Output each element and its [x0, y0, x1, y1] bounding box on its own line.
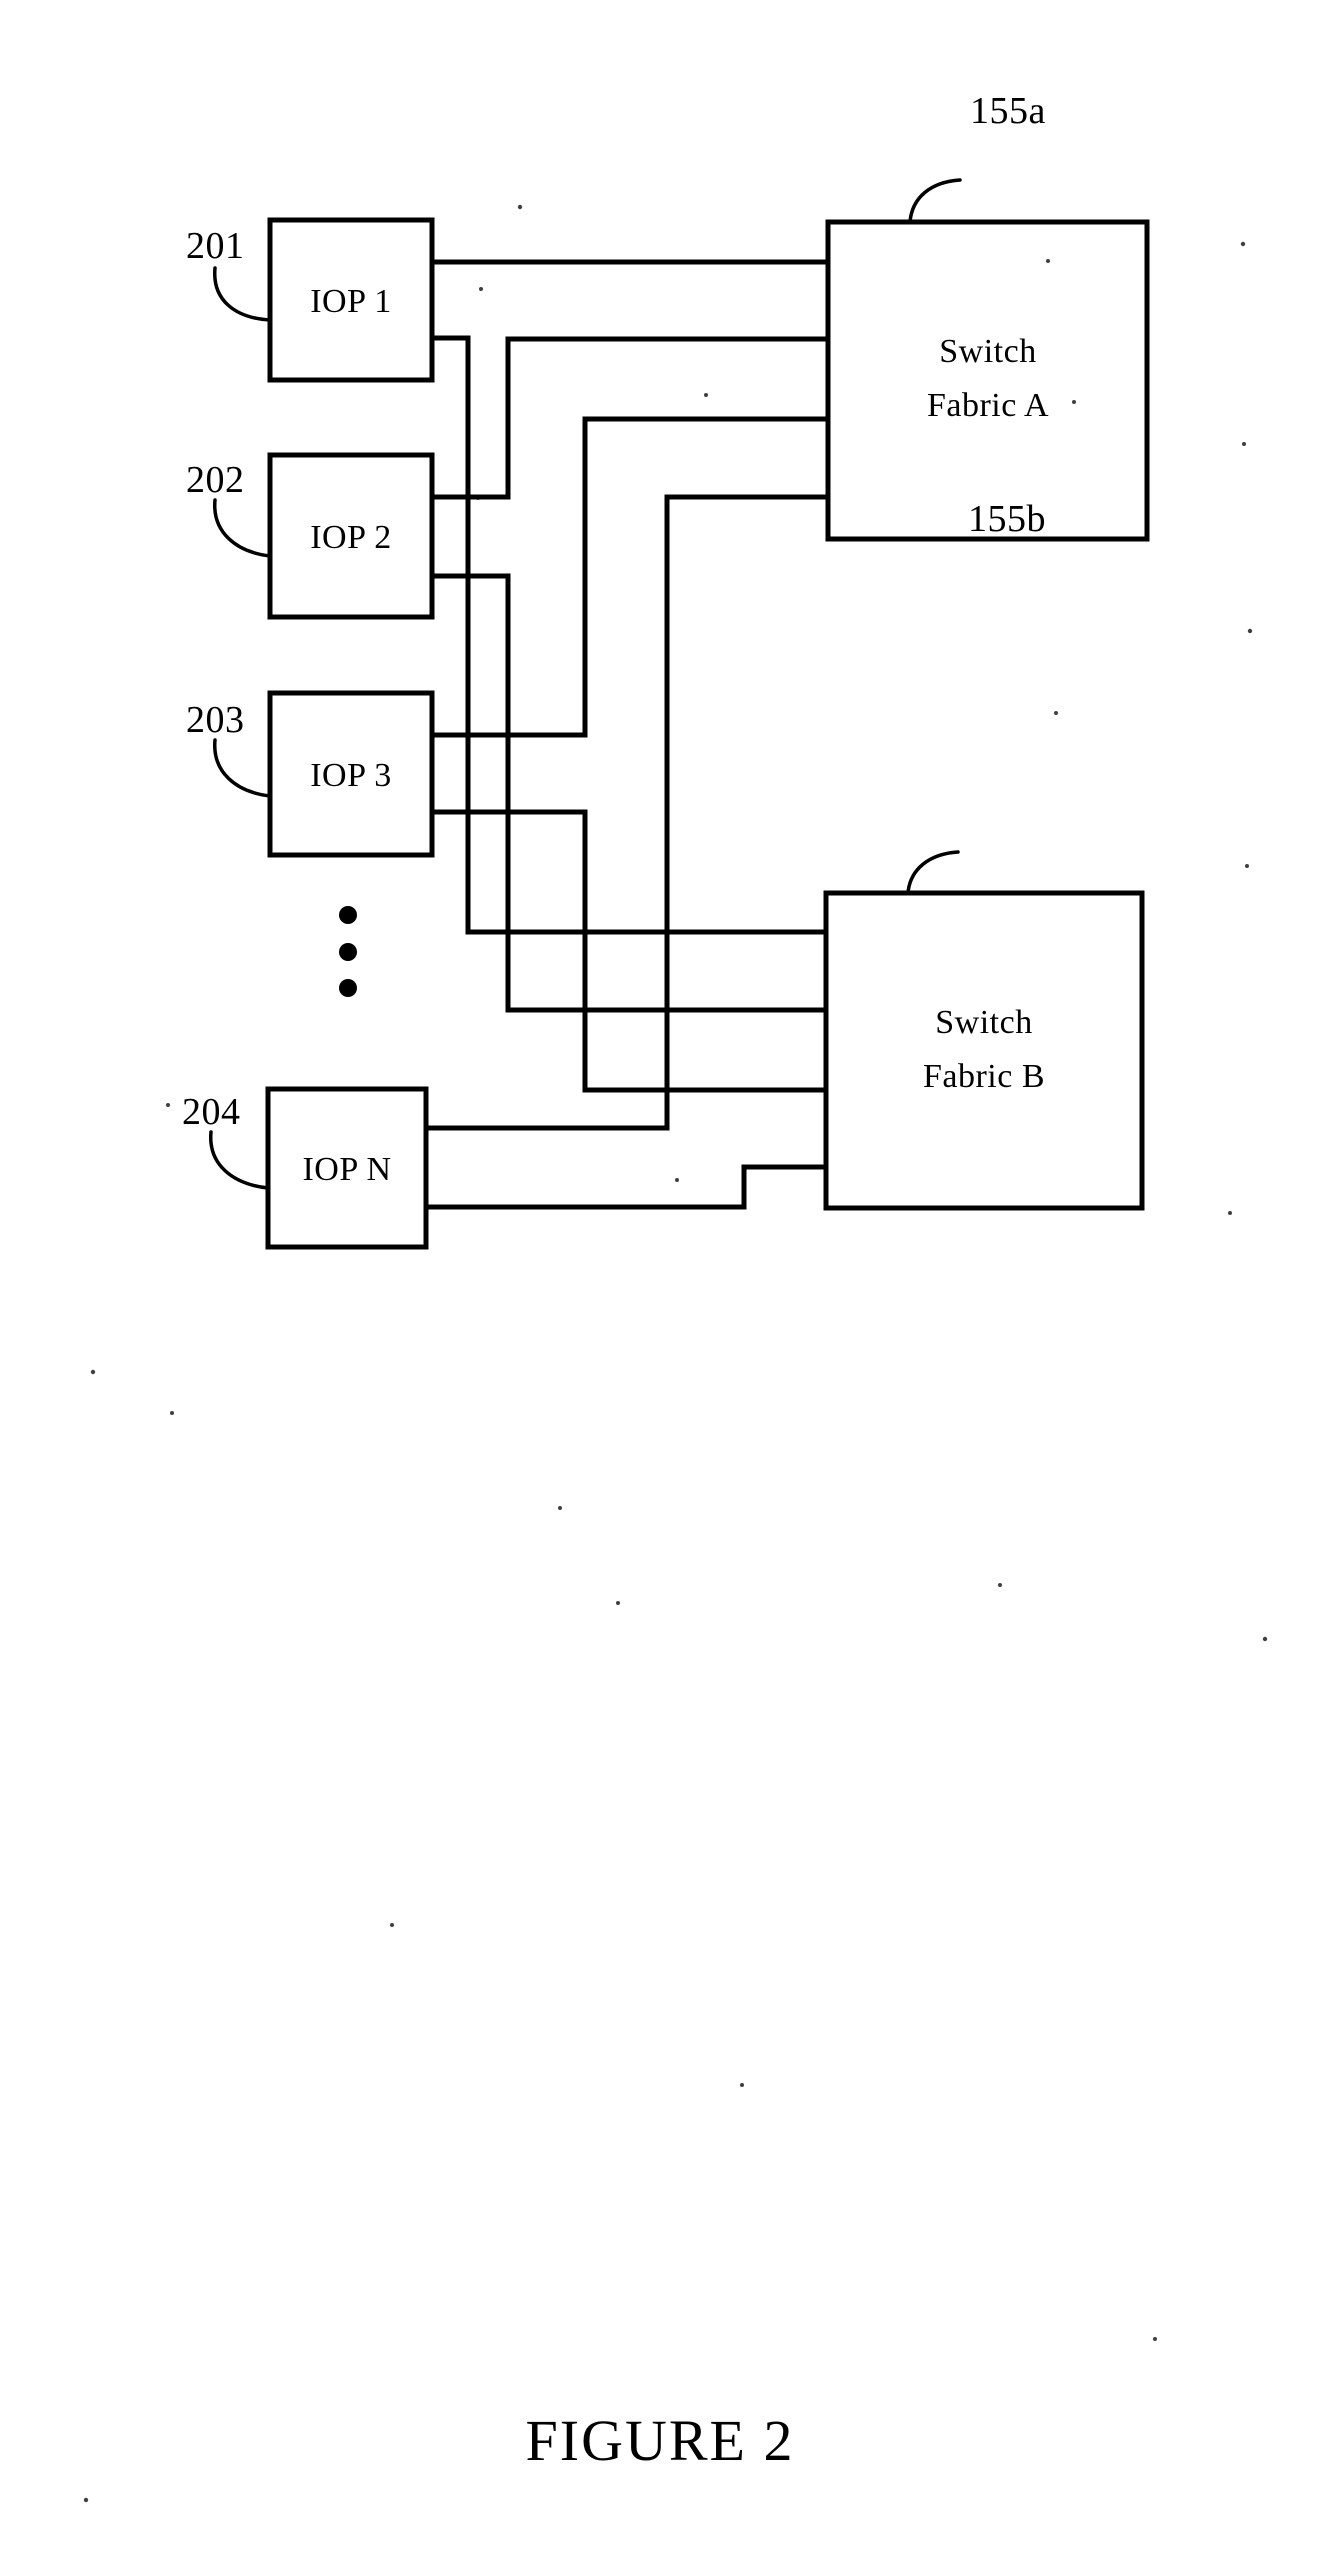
block-iopn-label: IOP N [302, 1151, 391, 1188]
ref-numeral-155a: 155a [970, 90, 1046, 132]
vertical-ellipsis-icon [339, 906, 357, 997]
wire-iop3-to-fabric-b [432, 809, 826, 1093]
wire-iop2-to-fabric-b [432, 573, 826, 1013]
block-switch-fabric-a-label-line1: Switch [939, 333, 1036, 370]
diagram-canvas: IOP 1 IOP 2 IOP 3 IOP N Switch Fabric A … [83, 90, 1268, 2503]
ref-numeral-202: 202 [186, 459, 245, 501]
leader-line-202 [213, 498, 272, 558]
ref-numeral-155b: 155b [968, 498, 1046, 540]
leader-line-204 [209, 1130, 270, 1190]
ref-numeral-203: 203 [186, 699, 245, 741]
patent-figure-2: IOP 1 IOP 2 IOP 3 IOP N Switch Fabric A … [0, 0, 1321, 2572]
figure-caption: FIGURE 2 [526, 2408, 795, 2473]
block-switch-fabric-a-label-line2: Fabric A [927, 387, 1049, 424]
wire-iop1-to-fabric-b [432, 335, 826, 935]
block-switch-fabric-a [825, 219, 1150, 542]
scan-artifacts [83, 204, 1268, 2503]
wire-iopn-to-fabric-b [426, 1164, 826, 1210]
block-switch-fabric-b-label-line2: Fabric B [923, 1058, 1045, 1095]
ref-numeral-204: 204 [182, 1091, 241, 1133]
leader-line-201 [213, 266, 272, 322]
block-switch-fabric-b-label-line1: Switch [935, 1004, 1032, 1041]
block-iop1-label: IOP 1 [310, 283, 392, 320]
block-iop3-label: IOP 3 [310, 757, 392, 794]
block-switch-fabric-b [823, 890, 1145, 1211]
leader-line-155a [908, 178, 962, 224]
ref-numeral-201: 201 [186, 225, 245, 267]
block-iop2-label: IOP 2 [310, 519, 392, 556]
leader-line-155b [906, 850, 960, 895]
leader-line-203 [213, 738, 272, 798]
